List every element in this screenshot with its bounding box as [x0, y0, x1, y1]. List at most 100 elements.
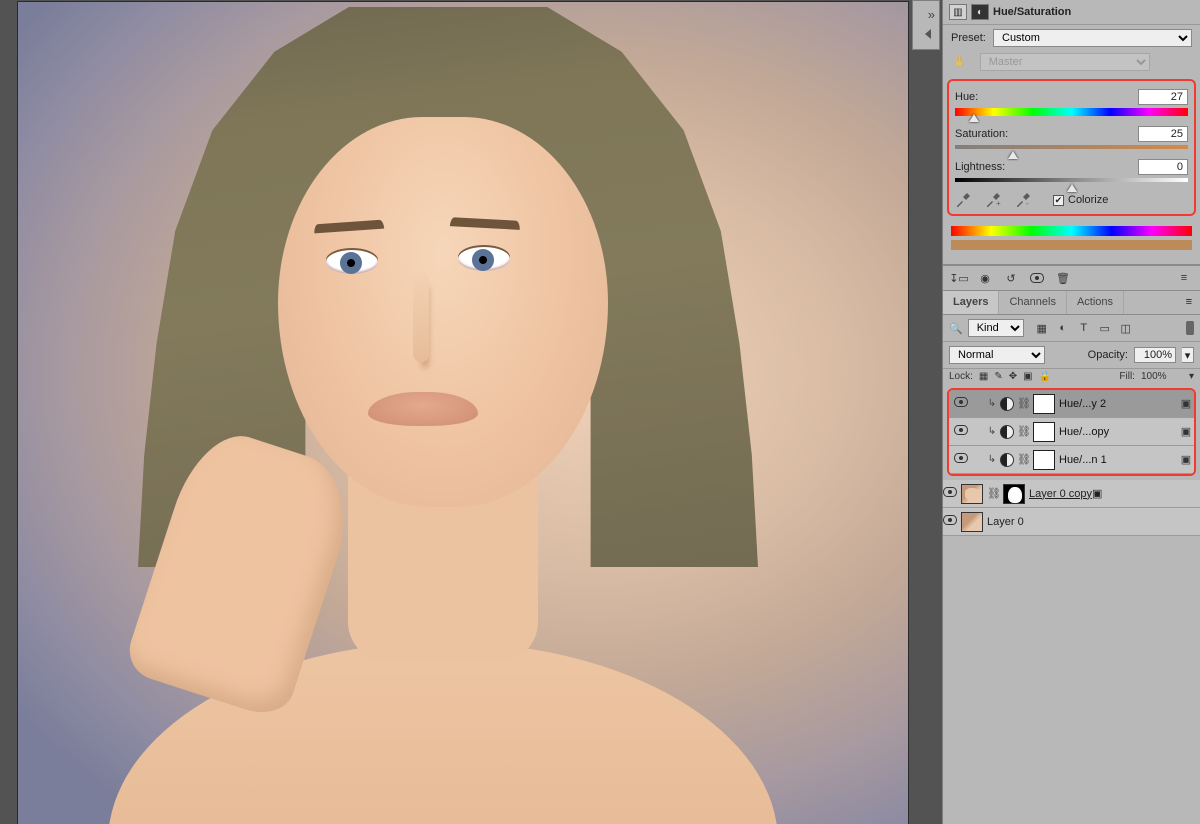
- layer-row[interactable]: Layer 0: [943, 508, 1200, 536]
- layer-row[interactable]: ⛓ Layer 0 copy ▣: [943, 480, 1200, 508]
- filter-kind-select[interactable]: Kind: [968, 319, 1024, 337]
- lock-row: Lock: ▦ ✎ ✥ ▣ 🔒 Fill: 100% ▾: [943, 369, 1200, 386]
- eyedropper-add-icon[interactable]: +: [985, 192, 1001, 208]
- eyedropper-icon[interactable]: [955, 192, 971, 208]
- layer-mask-thumb[interactable]: [1033, 394, 1055, 414]
- filter-type-icons: ▦ ◐ T ▭ ◫: [1035, 322, 1133, 335]
- layers-panel-menu-icon[interactable]: ≡: [1178, 291, 1200, 314]
- fill-dropdown-icon[interactable]: ▾: [1189, 371, 1194, 382]
- adjustment-thumb-icon: [1000, 425, 1014, 439]
- layer-advanced-icon[interactable]: ▣: [1092, 487, 1102, 500]
- adjustment-mask-icon[interactable]: ◐: [971, 4, 989, 20]
- spectrum-preview: [943, 222, 1200, 264]
- layer-advanced-icon[interactable]: ▣: [1178, 425, 1194, 438]
- lock-position-icon[interactable]: ✥: [1009, 371, 1017, 382]
- opacity-value[interactable]: 100%: [1134, 347, 1176, 363]
- tab-channels[interactable]: Channels: [999, 291, 1066, 314]
- layer-name[interactable]: Layer 0 copy: [1029, 488, 1092, 500]
- visibility-icon[interactable]: [1029, 270, 1045, 286]
- layer-name[interactable]: Hue/...n 1: [1059, 454, 1178, 466]
- lock-transparent-icon[interactable]: ▦: [979, 371, 988, 382]
- mask-link-icon[interactable]: ⛓: [1017, 453, 1029, 466]
- opacity-dropdown-icon[interactable]: ▾: [1182, 347, 1194, 363]
- panel-menu-icon[interactable]: ≡: [1176, 270, 1192, 286]
- lightness-value[interactable]: 0: [1138, 159, 1188, 175]
- document-canvas[interactable]: [18, 2, 908, 824]
- saturation-label: Saturation:: [955, 128, 1008, 140]
- layers-tabs: Layers Channels Actions ≡: [943, 291, 1200, 315]
- hsl-highlight-box: Hue: 27 Saturation: 25 Lightness:: [947, 79, 1196, 216]
- layer-thumb[interactable]: [961, 512, 983, 532]
- spectrum-output-bar: [951, 240, 1192, 250]
- layer-row[interactable]: ↳ ⛓ Hue/...opy ▣: [949, 418, 1194, 446]
- layer-visibility-icon[interactable]: [943, 515, 957, 528]
- layer-visibility-icon[interactable]: [949, 397, 973, 410]
- layer-mask-thumb[interactable]: [1033, 450, 1055, 470]
- adjustment-list-icon[interactable]: ▥: [949, 4, 967, 20]
- trash-icon[interactable]: 🗑: [1055, 270, 1071, 286]
- check-icon: ✔: [1053, 195, 1064, 206]
- hue-value[interactable]: 27: [1138, 89, 1188, 105]
- clip-indicator-icon: ↳: [987, 398, 997, 409]
- layer-thumb[interactable]: [961, 484, 983, 504]
- layer-name[interactable]: Layer 0: [987, 516, 1024, 528]
- saturation-slider[interactable]: [955, 145, 1188, 149]
- colorize-checkbox[interactable]: ✔ Colorize: [1053, 194, 1108, 206]
- preset-select[interactable]: Custom: [993, 29, 1192, 47]
- blend-opacity-row: Normal Opacity: 100% ▾: [943, 342, 1200, 369]
- clip-to-layer-icon[interactable]: ↧▭: [951, 270, 967, 286]
- fill-value[interactable]: 100%: [1141, 371, 1183, 382]
- layer-name[interactable]: Hue/...y 2: [1059, 398, 1178, 410]
- lock-pixels-icon[interactable]: ✎: [994, 371, 1002, 382]
- preset-label: Preset:: [951, 32, 987, 44]
- mask-link-icon[interactable]: ⛓: [987, 487, 999, 500]
- layer-advanced-icon[interactable]: ▣: [1178, 397, 1194, 410]
- eyedropper-subtract-icon[interactable]: -: [1015, 192, 1031, 208]
- filter-shape-icon[interactable]: ▭: [1098, 322, 1112, 335]
- filter-pixel-icon[interactable]: ▦: [1035, 322, 1049, 335]
- channel-select[interactable]: Master: [980, 53, 1150, 71]
- lock-all-icon[interactable]: 🔒: [1039, 371, 1051, 382]
- panel-collapse-icon[interactable]: »: [928, 7, 935, 22]
- preset-row: Preset: Custom: [943, 25, 1200, 51]
- filter-adjustment-icon[interactable]: ◐: [1056, 322, 1070, 335]
- colorize-label: Colorize: [1068, 194, 1108, 206]
- layer-filter-row: 🔍 Kind ▦ ◐ T ▭ ◫: [943, 315, 1200, 342]
- layer-visibility-icon[interactable]: [943, 487, 957, 500]
- filter-smart-icon[interactable]: ◫: [1119, 322, 1133, 335]
- lock-artboard-icon[interactable]: ▣: [1023, 371, 1032, 382]
- photo-eye-left: [326, 250, 378, 274]
- layers-highlight-box: ↳ ⛓ Hue/...y 2 ▣ ↳ ⛓ Hue/...opy ▣ ↳ ⛓ Hu…: [947, 388, 1196, 476]
- view-previous-icon[interactable]: ◉: [977, 270, 993, 286]
- panel-expand-icon[interactable]: [925, 29, 931, 39]
- lightness-slider-block: Lightness: 0: [955, 159, 1188, 182]
- hue-slider[interactable]: [955, 108, 1188, 116]
- mask-link-icon[interactable]: ⛓: [1017, 397, 1029, 410]
- mask-link-icon[interactable]: ⛓: [1017, 425, 1029, 438]
- collapsed-panel-dock[interactable]: »: [912, 0, 940, 50]
- photo-lips: [368, 392, 478, 426]
- layer-advanced-icon[interactable]: ▣: [1178, 453, 1194, 466]
- layer-mask-thumb[interactable]: [1033, 422, 1055, 442]
- lightness-slider[interactable]: [955, 178, 1188, 182]
- tab-actions[interactable]: Actions: [1067, 291, 1124, 314]
- fill-label: Fill:: [1119, 371, 1135, 382]
- hue-saturation-panel: ▥ ◐ Hue/Saturation Preset: Custom ✋ Mast…: [943, 0, 1200, 265]
- layer-visibility-icon[interactable]: [949, 425, 973, 438]
- layer-visibility-icon[interactable]: [949, 453, 973, 466]
- filter-toggle[interactable]: [1186, 321, 1194, 335]
- layer-row[interactable]: ↳ ⛓ Hue/...y 2 ▣: [949, 390, 1194, 418]
- blend-mode-select[interactable]: Normal: [949, 346, 1045, 364]
- layer-row[interactable]: ↳ ⛓ Hue/...n 1 ▣: [949, 446, 1194, 474]
- saturation-slider-block: Saturation: 25: [955, 126, 1188, 149]
- layer-mask-thumb[interactable]: [1003, 484, 1025, 504]
- reset-icon[interactable]: ↺: [1003, 270, 1019, 286]
- clip-indicator-icon: ↳: [987, 426, 997, 437]
- photo-eye-right: [458, 247, 510, 271]
- hand-tool-icon[interactable]: ✋: [953, 56, 967, 68]
- layer-name[interactable]: Hue/...opy: [1059, 426, 1178, 438]
- hue-label: Hue:: [955, 91, 978, 103]
- tab-layers[interactable]: Layers: [943, 291, 999, 314]
- saturation-value[interactable]: 25: [1138, 126, 1188, 142]
- filter-type-icon[interactable]: T: [1077, 322, 1091, 335]
